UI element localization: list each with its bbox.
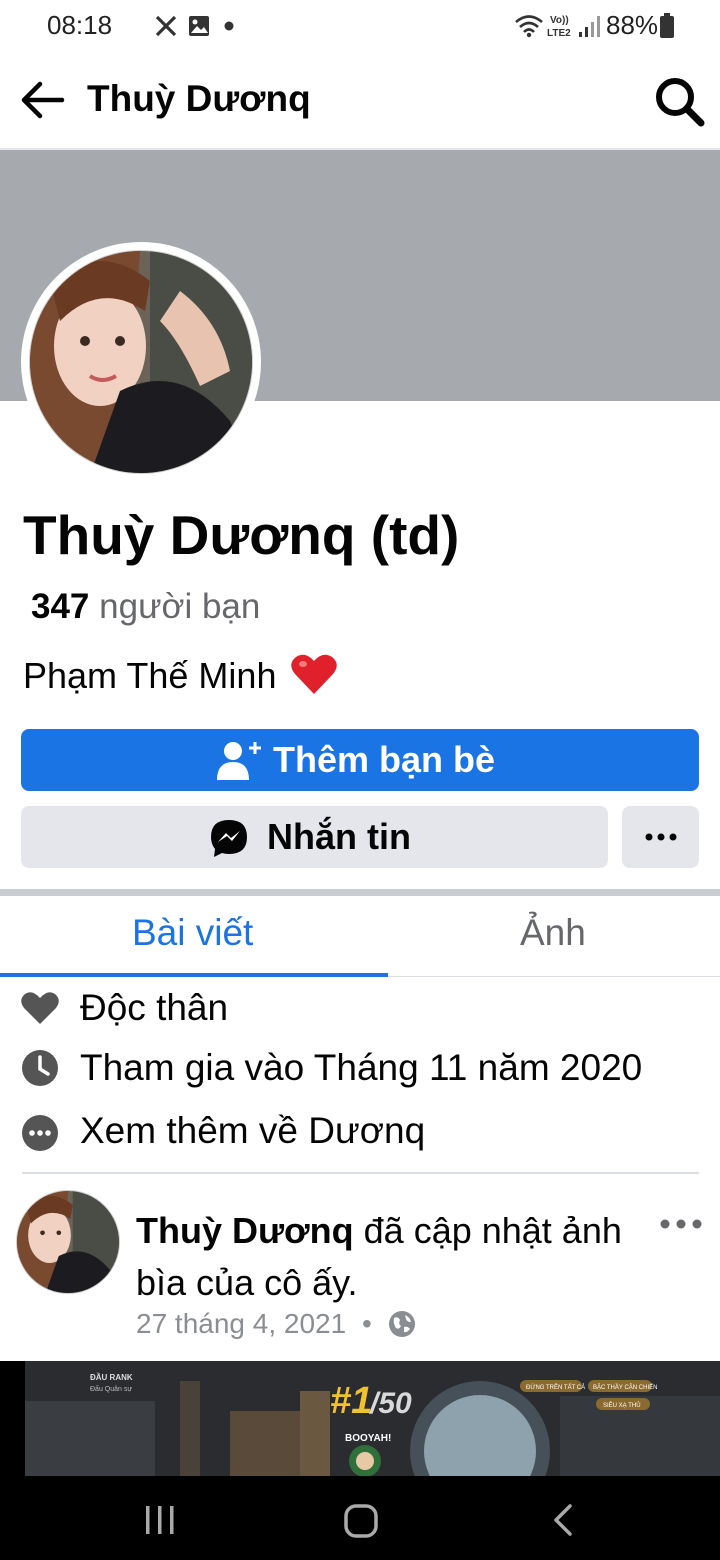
friends-number: 347 (31, 587, 90, 626)
image-booyah: BOOYAH! (345, 1433, 391, 1444)
image-rank-total: /50 (368, 1387, 412, 1420)
image-rank-title: ĐẦU RANK (90, 1372, 133, 1382)
image-badge-3: SIÊU XẠ THỦ (603, 1401, 641, 1409)
x-logo-icon (155, 15, 177, 37)
message-button[interactable]: Nhắn tin (21, 806, 608, 868)
tab-active-indicator (0, 973, 388, 977)
message-label: Nhắn tin (267, 816, 411, 857)
battery-percent: 88% (606, 10, 659, 40)
info-divider (22, 1172, 699, 1174)
home-icon[interactable] (344, 1504, 378, 1538)
back-arrow-icon[interactable] (18, 80, 66, 120)
status-time: 08:18 (47, 10, 113, 40)
section-divider (0, 889, 720, 896)
system-nav-bar (0, 1476, 720, 1560)
post-avatar-photo (17, 1191, 119, 1293)
see-more-text: Xem thêm về Dươnq (80, 1110, 426, 1151)
more-icon (645, 833, 677, 841)
post-date[interactable]: 27 tháng 4, 2021 (136, 1308, 346, 1339)
image-badge-2: BẬC THẦY CẬN CHIẾN (593, 1384, 657, 1391)
tab-posts[interactable]: Bài viết (132, 912, 253, 954)
avatar-image (29, 250, 253, 474)
info-joined: Tham gia vào Tháng 11 năm 2020 (0, 1039, 720, 1099)
image-icon (189, 16, 209, 36)
profile-avatar[interactable] (21, 242, 261, 482)
search-icon[interactable] (654, 76, 706, 128)
meta-separator: • (361, 1308, 372, 1339)
back-icon[interactable] (552, 1504, 574, 1536)
volte-icon: Vo)) LTE2 (547, 15, 571, 39)
top-app-bar: Thuỳ Dươnq (0, 52, 720, 150)
heart-icon (21, 992, 59, 1024)
battery-icon (660, 13, 674, 38)
profile-tabs: Bài viết Ảnh (0, 896, 720, 977)
post-meta: 27 tháng 4, 2021 • (136, 1308, 416, 1340)
post-image[interactable]: ĐẦU RANK Đấu Quân sự #1 /50 BOOYAH! ĐỨNG… (0, 1361, 720, 1476)
info-see-more[interactable]: Xem thêm về Dươnq (0, 1102, 720, 1162)
globe-icon (388, 1311, 415, 1337)
friends-count[interactable]: 347 người bạn (31, 587, 260, 627)
messenger-icon (211, 820, 247, 857)
page-title: Thuỳ Dươnq (87, 78, 311, 119)
avatar-photo (30, 251, 252, 473)
profile-bio: Phạm Thế Minh (23, 652, 338, 697)
svg-text:LTE2: LTE2 (547, 28, 571, 39)
post-author-avatar[interactable] (16, 1190, 120, 1294)
bio-text: Phạm Thế Minh (23, 655, 277, 696)
image-badge-1: ĐỨNG TRÊN TẤT CẢ (526, 1383, 585, 1391)
post-author-name[interactable]: Thuỳ Dươnq (136, 1210, 354, 1251)
more-dots-icon (22, 1115, 58, 1151)
relationship-text: Độc thân (80, 987, 229, 1028)
add-friend-label: Thêm bạn bè (273, 739, 496, 780)
add-friend-button[interactable]: Thêm bạn bè (21, 729, 699, 791)
post-image-scene: ĐẦU RANK Đấu Quân sự #1 /50 BOOYAH! ĐỨNG… (0, 1361, 720, 1476)
image-rank-sub: Đấu Quân sự (90, 1384, 132, 1393)
post-more-icon[interactable] (660, 1219, 702, 1229)
friends-label: người bạn (99, 587, 261, 626)
image-rank-number: #1 (330, 1380, 372, 1422)
add-friend-icon (217, 742, 261, 780)
heart-emoji (291, 654, 338, 694)
post-header-text: Thuỳ Dươnq đã cập nhật ảnh bìa của cô ấy… (136, 1205, 636, 1309)
svg-text:Vo)): Vo)) (550, 15, 569, 26)
wifi-icon (515, 15, 543, 38)
more-options-button[interactable] (622, 806, 699, 868)
clock-icon (22, 1050, 58, 1086)
signal-icon (579, 16, 600, 37)
status-bar: 08:18 Vo)) LTE2 88% (0, 0, 720, 52)
info-relationship: Độc thân (0, 979, 720, 1039)
joined-text: Tham gia vào Tháng 11 năm 2020 (80, 1047, 643, 1088)
tab-photos[interactable]: Ảnh (520, 912, 586, 954)
profile-name: Thuỳ Dươnq (td) (23, 504, 460, 566)
dot-icon (224, 21, 234, 31)
recent-apps-icon[interactable] (144, 1506, 176, 1534)
